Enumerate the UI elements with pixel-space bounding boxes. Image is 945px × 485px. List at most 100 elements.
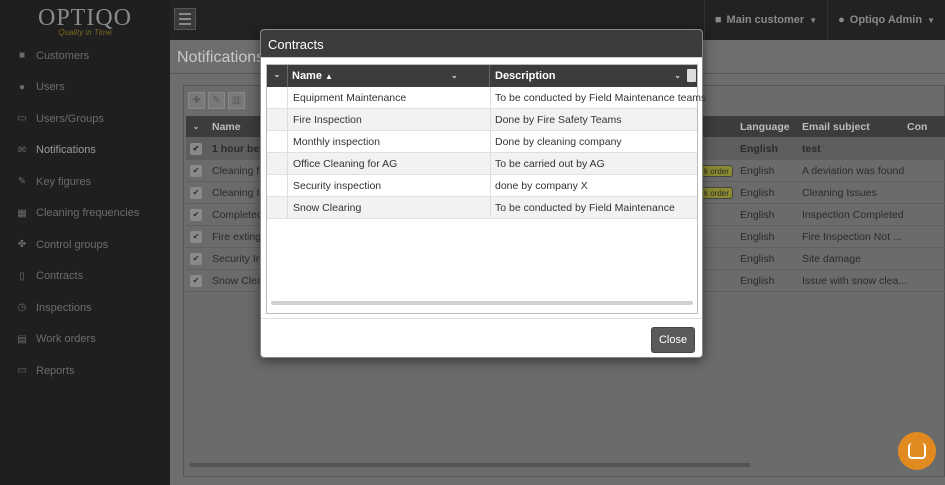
checkbox[interactable]: ✔	[190, 230, 202, 243]
checkbox[interactable]: ✔	[190, 208, 202, 221]
sidebar-item-label: Users/Groups	[36, 112, 104, 125]
user-icon: ●	[838, 14, 845, 26]
contracts-grid: ⌄ Name ▲ ⌄ Description ⌄ Equipment Maint…	[266, 64, 706, 314]
column-header-name[interactable]: Name ▲	[288, 65, 490, 87]
sidebar-item-reports[interactable]: ▭ Reports	[0, 355, 170, 387]
dialog-title: Contracts	[261, 30, 702, 58]
row-subject: Issue with snow clea...	[802, 274, 908, 287]
edit-button[interactable]: ✎	[208, 92, 225, 109]
page-title: Notifications	[177, 49, 265, 66]
logo[interactable]: OPTIQO Quality in Time	[0, 0, 170, 40]
table-row[interactable]: Fire Inspection Done by Fire Safety Team…	[267, 109, 697, 131]
row-subject: Cleaning Issues	[802, 186, 877, 199]
sidebar-item-control-groups[interactable]: ✤ Control groups	[0, 229, 170, 261]
column-header-name[interactable]: Name	[212, 121, 241, 133]
columns-menu-icon[interactable]	[687, 69, 696, 82]
checkbox[interactable]: ✔	[190, 164, 202, 177]
hamburger-menu-icon[interactable]	[174, 8, 196, 30]
column-header-language[interactable]: Language	[740, 121, 790, 133]
close-button[interactable]: Close	[651, 327, 695, 353]
chat-launcher-button[interactable]	[898, 432, 936, 470]
column-divider	[490, 197, 491, 218]
document-icon: ▯	[19, 270, 25, 282]
add-button[interactable]: ✚	[188, 92, 205, 109]
contract-name: Security inspection	[293, 180, 382, 192]
grid-header: ⌄ Name ▲ ⌄ Description ⌄	[267, 65, 697, 87]
row-selector[interactable]	[267, 175, 288, 196]
column-divider	[490, 87, 491, 108]
sidebar-item-contracts[interactable]: ▯ Contracts	[0, 261, 170, 293]
sidebar: OPTIQO Quality in Time ■ Customers ● Users…	[0, 0, 170, 485]
sidebar-item-cleaning-frequencies[interactable]: ▦ Cleaning frequencies	[0, 198, 170, 230]
table-row[interactable]: Equipment Maintenance To be conducted by…	[267, 87, 706, 109]
row-selector[interactable]	[267, 197, 288, 218]
user-dropdown[interactable]: ● Optiqo Admin ▼	[827, 0, 945, 40]
row-selector[interactable]	[267, 87, 288, 108]
pen-icon: ✎	[17, 176, 27, 188]
sort-ascending-icon: ▲	[325, 72, 333, 81]
sidebar-item-users[interactable]: ● Users	[0, 72, 170, 104]
top-right-menu: ■ Main customer ▼ ● Optiqo Admin ▼	[703, 0, 945, 40]
sidebar-item-work-orders[interactable]: ▤ Work orders	[0, 324, 170, 356]
contract-description: Done by Fire Safety Teams	[495, 114, 622, 126]
row-selector[interactable]	[267, 131, 288, 152]
sidebar-item-label: Control groups	[36, 238, 109, 251]
column-divider	[490, 131, 491, 152]
group-icon: ✤	[17, 239, 27, 251]
row-language: English	[740, 164, 775, 177]
column-header-email-subject[interactable]: Email subject	[802, 121, 870, 133]
row-language: English	[740, 142, 778, 155]
contract-description: To be carried out by AG	[495, 158, 605, 170]
sidebar-item-label: Inspections	[36, 301, 92, 314]
contract-description: Done by cleaning company	[495, 136, 622, 148]
column-menu-chevron-icon[interactable]: ⌄	[451, 65, 458, 87]
briefcase-icon: ■	[18, 50, 26, 62]
user-label: Optiqo Admin	[849, 14, 923, 26]
calculator-icon: ▦	[17, 207, 27, 219]
table-row[interactable]: Monthly inspection Done by cleaning comp…	[267, 131, 697, 153]
clock-icon: ◷	[17, 302, 27, 314]
contract-name: Snow Clearing	[293, 202, 362, 214]
checkbox[interactable]: ✔	[190, 252, 202, 265]
checkbox[interactable]: ✔	[190, 186, 202, 199]
sidebar-item-key-figures[interactable]: ✎ Key figures	[0, 166, 170, 198]
row-selector[interactable]	[267, 153, 288, 174]
delete-button[interactable]: ▥	[228, 92, 245, 109]
briefcase-icon: ■	[714, 14, 722, 26]
sidebar-item-label: Key figures	[36, 175, 92, 188]
id-card-icon: ▭	[17, 113, 27, 125]
horizontal-scrollbar[interactable]	[271, 301, 693, 305]
chevron-down-icon[interactable]: ⌄	[267, 65, 288, 87]
users-icon: ●	[18, 81, 26, 93]
sidebar-item-label: Customers	[36, 49, 90, 62]
column-menu-chevron-icon[interactable]: ⌄	[674, 65, 681, 87]
column-header-con[interactable]: Con	[907, 121, 927, 133]
logo-tagline: Quality in Time	[58, 28, 112, 37]
row-selector[interactable]	[267, 109, 288, 130]
sidebar-item-customers[interactable]: ■ Customers	[0, 40, 170, 72]
contract-description: To be conducted by Field Maintenance tea…	[495, 92, 707, 104]
sidebar-item-label: Reports	[36, 364, 75, 377]
column-header-description[interactable]: Description	[490, 65, 684, 87]
chevron-down-icon[interactable]: ⌄	[190, 121, 202, 133]
column-divider	[490, 175, 491, 196]
sidebar-item-users-groups[interactable]: ▭ Users/Groups	[0, 103, 170, 135]
monitor-icon: ▭	[17, 365, 27, 377]
sidebar-item-notifications[interactable]: ✉ Notifications	[0, 135, 170, 167]
row-name: 1 hour bef	[212, 142, 263, 155]
checkbox[interactable]: ✔	[190, 274, 202, 287]
contract-name: Office Cleaning for AG	[293, 158, 398, 170]
row-name: Fire exting	[212, 230, 262, 243]
table-row[interactable]: Security inspection done by company X	[267, 175, 697, 197]
customer-label: Main customer	[726, 14, 805, 26]
sidebar-item-inspections[interactable]: ◷ Inspections	[0, 292, 170, 324]
table-row[interactable]: Office Cleaning for AG To be carried out…	[267, 153, 697, 175]
horizontal-scrollbar[interactable]	[190, 463, 750, 467]
grid-toolbar: ✚ ✎ ▥	[188, 92, 245, 109]
contract-description: To be conducted by Field Maintenance	[495, 202, 675, 214]
table-row[interactable]: Snow Clearing To be conducted by Field M…	[267, 197, 697, 219]
column-divider	[490, 109, 491, 130]
row-name: Snow Clea	[212, 274, 263, 287]
checkbox[interactable]: ✔	[190, 142, 202, 155]
customer-dropdown[interactable]: ■ Main customer ▼	[703, 0, 827, 40]
